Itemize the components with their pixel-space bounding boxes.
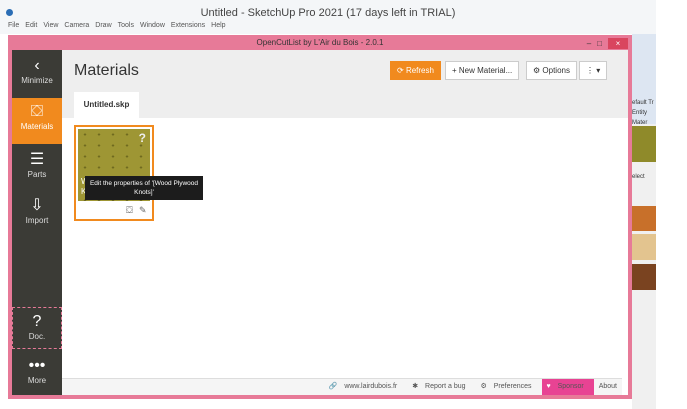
help-icon: ?: [32, 313, 42, 330]
chevron-left-icon: ‹: [34, 57, 40, 74]
sidebar-import[interactable]: ⇩ Import: [12, 192, 62, 238]
options-button[interactable]: ⚙ Options: [526, 61, 577, 80]
pencil-edit-icon[interactable]: ✎: [139, 205, 147, 216]
more-menu-button[interactable]: ⋮ ▾: [579, 61, 608, 80]
sidebar-doc[interactable]: ? Doc.: [12, 307, 62, 349]
sidebar-minimize[interactable]: ‹ Minimize: [12, 52, 62, 98]
menu-tools[interactable]: Tools: [118, 20, 134, 34]
menu-extensions[interactable]: Extensions: [171, 20, 205, 34]
refresh-button[interactable]: ⟳ Refresh: [390, 61, 441, 80]
menu-camera[interactable]: Camera: [64, 20, 89, 34]
about-link[interactable]: About: [594, 379, 622, 395]
unknown-type-badge: ?: [138, 131, 146, 145]
material-swatch: [632, 126, 656, 162]
main-panel: Materials ⟳ Refresh + New Material... ⚙ …: [62, 50, 628, 395]
sidebar: ‹ Minimize ⛋ Materials ☰ Parts ⇩ Import ? Doc…: [12, 50, 62, 395]
app-title: Untitled - SketchUp Pro 2021 (17 days le…: [200, 7, 456, 19]
swatch-2[interactable]: [632, 234, 656, 260]
menu-bar: File Edit View Camera Draw Tools Window …: [0, 20, 656, 34]
menu-window[interactable]: Window: [140, 20, 165, 34]
minimize-window-button[interactable]: –: [587, 36, 591, 51]
preferences-link[interactable]: ⚙ Preferences: [476, 379, 542, 395]
more-dots-icon: •••: [28, 357, 46, 374]
report-label: Report a bug: [425, 383, 466, 390]
swatch-3[interactable]: [632, 264, 656, 290]
header: Materials ⟳ Refresh + New Material... ⚙ …: [62, 50, 628, 118]
sketchup-icon: [6, 9, 13, 16]
menu-edit[interactable]: Edit: [25, 20, 37, 34]
tray-select-tab[interactable]: elect: [632, 174, 645, 180]
page-title: Materials: [74, 62, 139, 79]
report-bug-link[interactable]: ✱ Report a bug: [407, 379, 475, 395]
menu-view[interactable]: View: [43, 20, 58, 34]
close-window-button[interactable]: ×: [608, 38, 628, 49]
menu-help[interactable]: Help: [211, 20, 225, 34]
sidebar-more[interactable]: ••• More: [12, 352, 62, 398]
window-title-bar: OpenCutList by L'Air du Bois - 2.0.1 – □ ×: [8, 35, 632, 50]
maximize-window-button[interactable]: □: [597, 36, 602, 51]
website-link[interactable]: 🔗 www.lairdubois.fr: [324, 379, 408, 395]
paint-icon[interactable]: ⛋: [126, 205, 133, 216]
website-label: www.lairdubois.fr: [344, 383, 398, 390]
window-title: OpenCutList by L'Air du Bois - 2.0.1: [256, 38, 384, 47]
sponsor-label: Sponsor: [557, 383, 584, 390]
sidebar-label: Import: [25, 216, 49, 225]
paint-bucket-icon: ⛋: [30, 103, 44, 120]
list-icon: ☰: [29, 151, 45, 168]
sidebar-label: Doc.: [28, 332, 46, 341]
footer: 🔗 www.lairdubois.fr ✱ Report a bug ⚙ Pre…: [62, 378, 622, 395]
options-label: Options: [542, 66, 570, 75]
sidebar-parts[interactable]: ☰ Parts: [12, 146, 62, 192]
default-tray: efault Tr Entity Mater elect: [632, 34, 656, 409]
tray-entity[interactable]: Entity: [632, 108, 656, 118]
tray-title: efault Tr: [632, 100, 654, 106]
sidebar-materials[interactable]: ⛋ Materials: [12, 98, 62, 144]
sidebar-label: Parts: [27, 170, 47, 179]
swatch-1[interactable]: [632, 206, 656, 231]
opencutlist-window: OpenCutList by L'Air du Bois - 2.0.1 – □ ×…: [8, 35, 632, 399]
sidebar-label: Materials: [20, 122, 54, 131]
import-icon: ⇩: [30, 197, 44, 214]
new-material-button[interactable]: + New Material...: [445, 61, 520, 80]
sidebar-label: Minimize: [21, 76, 53, 85]
sidebar-label: More: [27, 376, 47, 385]
preferences-label: Preferences: [493, 383, 532, 390]
app-title-bar: Untitled - SketchUp Pro 2021 (17 days le…: [0, 0, 656, 20]
menu-file[interactable]: File: [8, 20, 19, 34]
refresh-label: Refresh: [405, 66, 434, 75]
sponsor-button[interactable]: ♥ Sponsor: [541, 379, 594, 395]
menu-draw[interactable]: Draw: [95, 20, 111, 34]
material-card[interactable]: ? W K ⛋ ✎: [74, 125, 154, 221]
edit-tooltip: Edit the properties of '[Wood Plywood Kn…: [85, 176, 203, 200]
tab-untitled-skp[interactable]: Untitled.skp: [74, 92, 139, 118]
